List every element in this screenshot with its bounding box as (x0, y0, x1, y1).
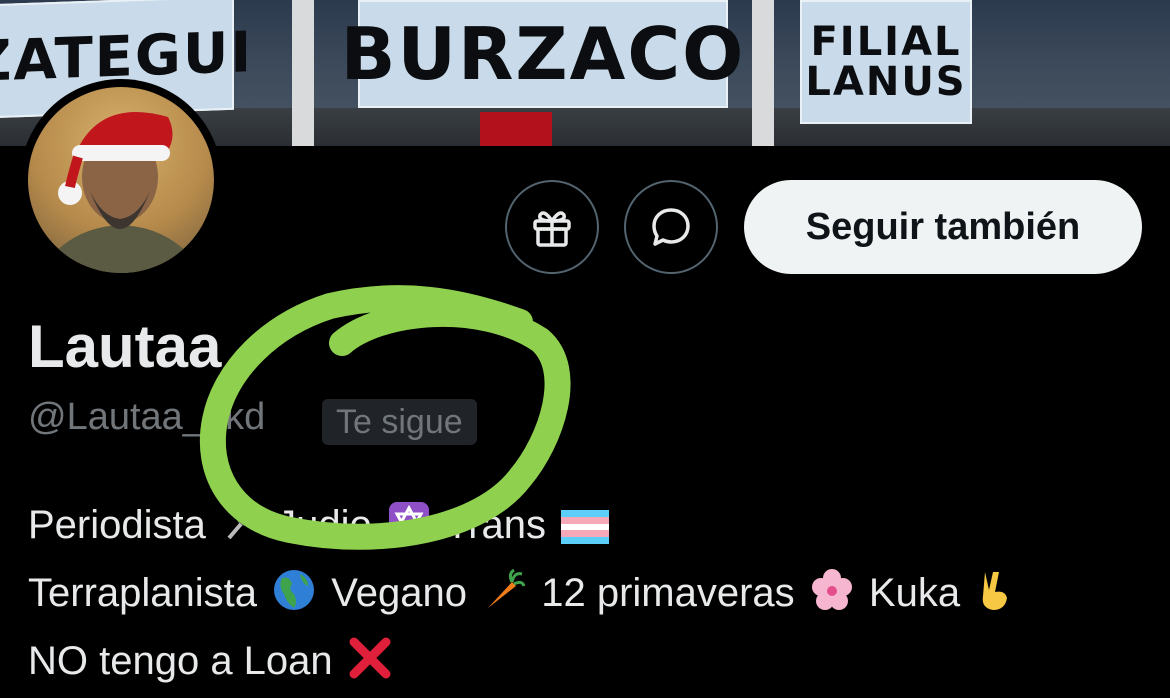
follow-back-button[interactable]: Seguir también (744, 180, 1142, 274)
follow-back-label: Seguir también (805, 205, 1081, 248)
bio-text: 12 primaveras (541, 571, 795, 615)
message-button[interactable] (624, 180, 718, 274)
avatar[interactable] (20, 79, 222, 281)
profile-bio: Periodista Judio Trans Terraplanista Veg… (28, 494, 1019, 698)
victory-hand-icon (975, 568, 1015, 630)
microphone-icon (221, 500, 261, 562)
star-of-david-icon (387, 500, 431, 562)
follows-you-badge: Te sigue (322, 399, 477, 445)
bio-text: Judio (276, 503, 372, 547)
bio-text: Kuka (868, 571, 961, 615)
carrot-icon (482, 568, 526, 630)
bio-text: Periodista (28, 503, 206, 547)
bio-line-3: NO tengo a Loan (28, 630, 1019, 698)
bio-line-2: Terraplanista Vegano 12 primaveras Kuka (28, 562, 1019, 630)
transgender-flag-icon (561, 500, 610, 562)
banner-flag-right: FILIAL LANUS (800, 0, 972, 124)
cross-mark-icon (348, 636, 392, 698)
globe-americas-icon (272, 568, 316, 630)
bio-line-1: Periodista Judio Trans (28, 494, 1019, 562)
bio-text: NO tengo a Loan (28, 639, 333, 683)
gift-icon (533, 211, 571, 247)
banner-post (752, 0, 774, 146)
gift-button[interactable] (505, 180, 599, 274)
display-name: Lautaa (28, 313, 222, 380)
cherry-blossom-icon (810, 568, 854, 630)
avatar-portrait-icon (38, 112, 204, 273)
banner-post (292, 0, 314, 146)
message-bubble-icon (652, 208, 690, 246)
user-handle[interactable]: @Lautaa_akd (28, 396, 265, 439)
bio-text: Terraplanista (28, 571, 258, 615)
avatar-image (28, 87, 214, 273)
banner-flag-center: BURZACO (341, 0, 743, 108)
bio-text: Vegano (331, 571, 467, 615)
banner-red-cloth (480, 112, 552, 146)
bio-text: Trans (445, 503, 547, 547)
